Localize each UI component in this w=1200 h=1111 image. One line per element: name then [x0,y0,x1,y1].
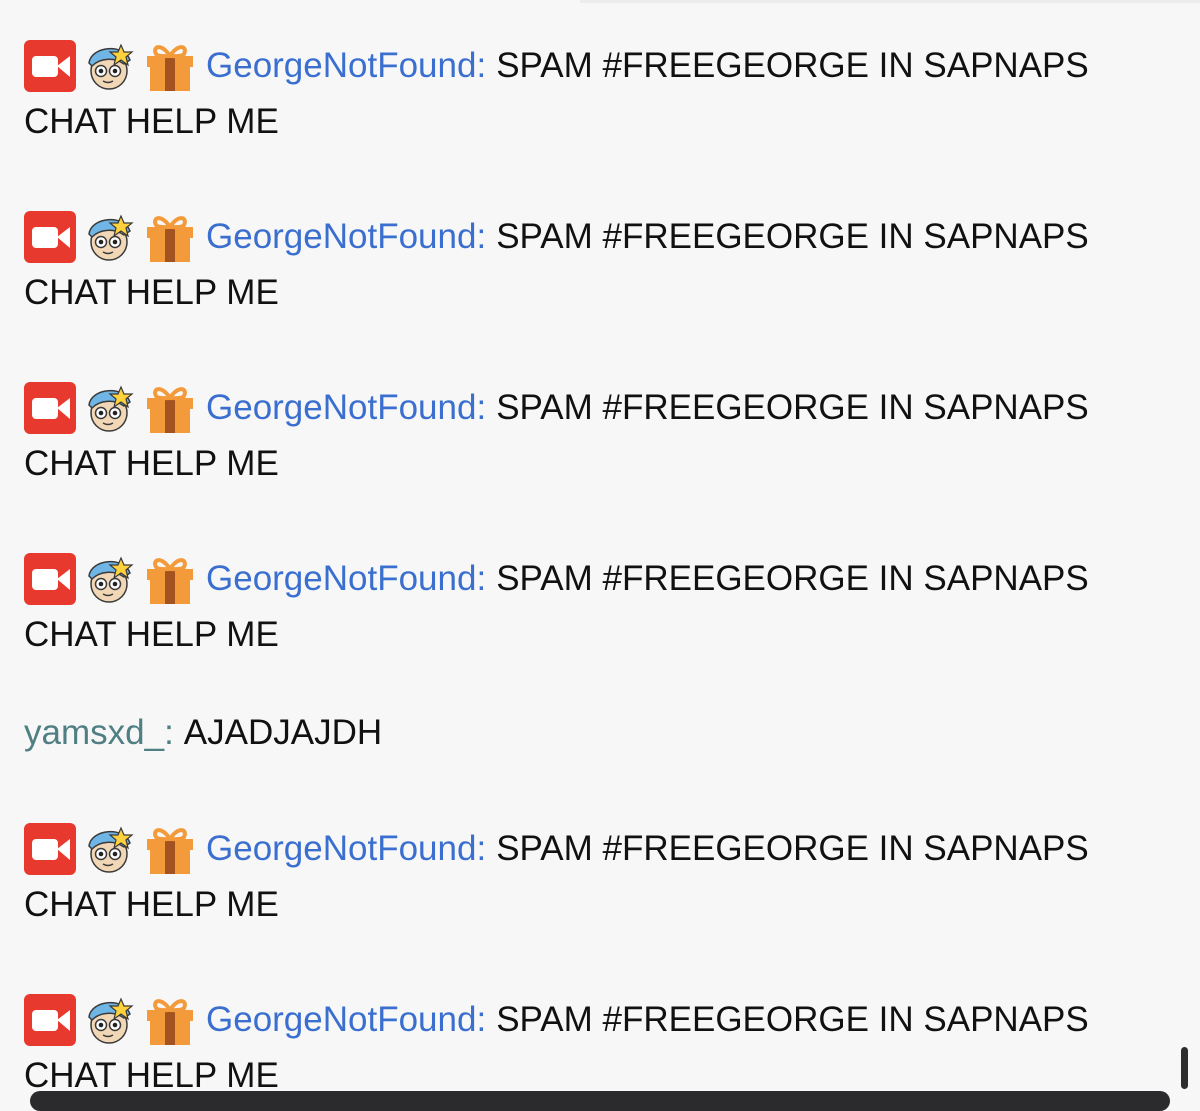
chat-username[interactable]: yamsxd_ [24,705,164,761]
scrollbar-thumb[interactable] [1181,1047,1188,1089]
username-separator: : [476,559,487,598]
chat-username[interactable]: GeorgeNotFound [206,380,476,436]
video-camera-badge-icon[interactable] [24,382,76,434]
video-camera-badge-icon[interactable] [24,553,76,605]
message-text-continued: CHAT HELP ME [24,615,279,654]
message-text: SPAM #FREEGEORGE IN SAPNAPS [496,388,1089,427]
bottom-panel-edge [30,1091,1170,1111]
video-camera-badge-icon[interactable] [24,211,76,263]
police-officer-badge-icon[interactable] [84,40,136,92]
username-separator: : [476,217,487,256]
message-text-continued: CHAT HELP ME [24,273,279,312]
chat-username[interactable]: GeorgeNotFound [206,992,476,1048]
chat-message: GeorgeNotFound: SPAM #FREEGEORGE IN SAPNA… [24,380,1154,492]
username-separator: : [476,46,487,85]
message-text: SPAM #FREEGEORGE IN SAPNAPS [496,46,1089,85]
message-text: SPAM #FREEGEORGE IN SAPNAPS [496,559,1089,598]
gift-sub-badge-icon[interactable] [144,553,196,605]
message-text-continued: CHAT HELP ME [24,102,279,141]
chat-message: yamsxd_: AJADJAJDH [24,705,1154,761]
police-officer-badge-icon[interactable] [84,553,136,605]
username-separator: : [164,713,174,752]
message-text-continued: CHAT HELP ME [24,444,279,483]
chat-message: GeorgeNotFound: SPAM #FREEGEORGE IN SAPNA… [24,209,1154,321]
chat-username[interactable]: GeorgeNotFound [206,209,476,265]
chat-username[interactable]: GeorgeNotFound [206,551,476,607]
message-text: SPAM #FREEGEORGE IN SAPNAPS [496,829,1089,868]
gift-sub-badge-icon[interactable] [144,994,196,1046]
chat-message: GeorgeNotFound: SPAM #FREEGEORGE IN SAPNA… [24,992,1154,1104]
message-text: SPAM #FREEGEORGE IN SAPNAPS [496,1000,1089,1039]
video-camera-badge-icon[interactable] [24,823,76,875]
username-separator: : [476,1000,487,1039]
gift-sub-badge-icon[interactable] [144,382,196,434]
gift-sub-badge-icon[interactable] [144,40,196,92]
chat-message: GeorgeNotFound: SPAM #FREEGEORGE IN SAPNA… [24,38,1154,150]
police-officer-badge-icon[interactable] [84,994,136,1046]
username-separator: : [476,388,487,427]
video-camera-badge-icon[interactable] [24,994,76,1046]
gift-sub-badge-icon[interactable] [144,823,196,875]
message-text: SPAM #FREEGEORGE IN SAPNAPS [496,217,1089,256]
police-officer-badge-icon[interactable] [84,823,136,875]
username-separator: : [476,829,487,868]
message-text: AJADJAJDH [183,713,383,752]
message-text-continued: CHAT HELP ME [24,885,279,924]
chat-message: GeorgeNotFound: SPAM #FREEGEORGE IN SAPNA… [24,551,1154,663]
chat-message: GeorgeNotFound: SPAM #FREEGEORGE IN SAPNA… [24,821,1154,933]
video-camera-badge-icon[interactable] [24,40,76,92]
chat-username[interactable]: GeorgeNotFound [206,821,476,877]
top-divider [580,0,1200,3]
gift-sub-badge-icon[interactable] [144,211,196,263]
police-officer-badge-icon[interactable] [84,211,136,263]
chat-username[interactable]: GeorgeNotFound [206,38,476,94]
police-officer-badge-icon[interactable] [84,382,136,434]
